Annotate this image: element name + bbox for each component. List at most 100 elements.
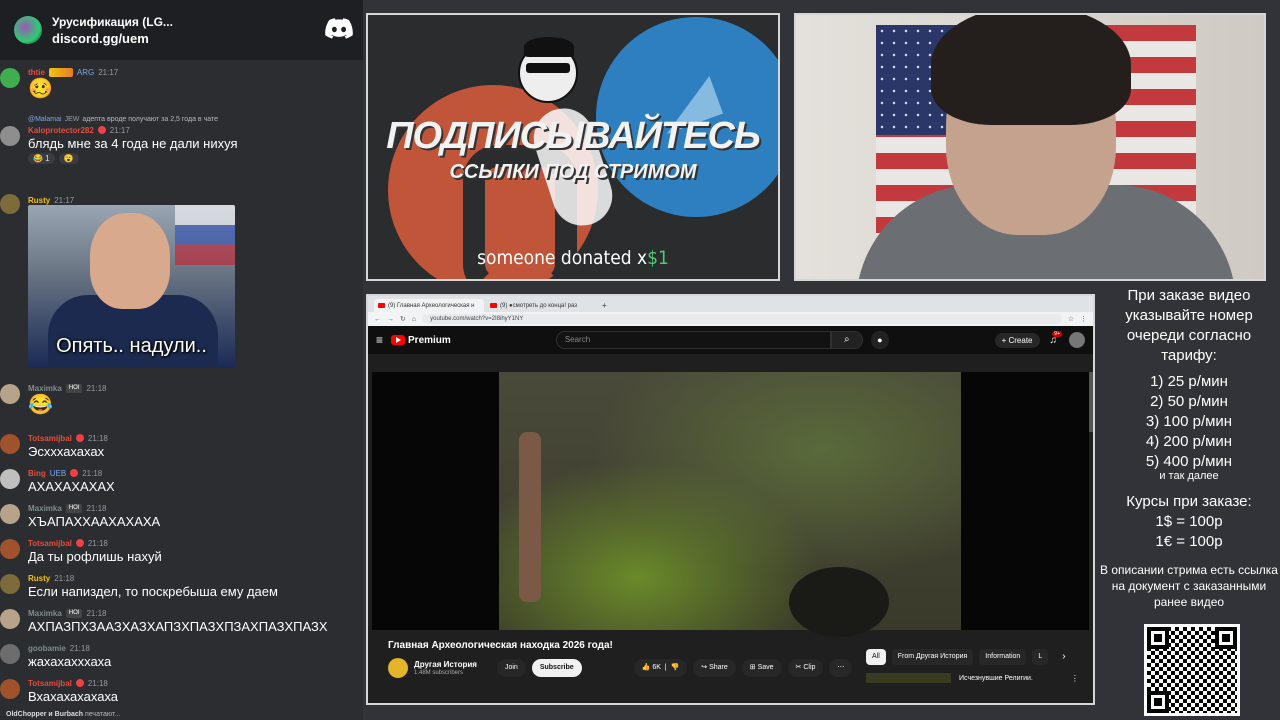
timestamp: 21:18 bbox=[86, 383, 107, 393]
like-button[interactable]: 👍 6K | 👎 bbox=[633, 659, 688, 677]
timestamp: 21:17 bbox=[98, 67, 119, 77]
reaction-button[interactable]: 😂 1 bbox=[28, 153, 55, 164]
clip-button[interactable]: ✂ Clip bbox=[787, 659, 824, 677]
message-text: Если напиздел, то поскребыша ему даем bbox=[28, 584, 278, 599]
status-badge bbox=[75, 539, 84, 547]
message-text: жахахахххаха bbox=[28, 654, 112, 669]
bookmark-icon[interactable]: ☆ bbox=[1068, 315, 1074, 323]
search-input[interactable]: Search bbox=[555, 331, 831, 349]
recommended-thumbnail[interactable] bbox=[866, 673, 951, 683]
chip-truncated[interactable]: L bbox=[1032, 649, 1049, 665]
username[interactable]: Maximka bbox=[28, 384, 62, 393]
join-button[interactable]: Join bbox=[496, 659, 526, 677]
dislike-icon[interactable]: 👎 bbox=[671, 664, 680, 671]
recommended-title[interactable]: Исчезнувшие Религии. bbox=[959, 675, 1033, 682]
avatar bbox=[0, 644, 20, 664]
subscriber-count: 1.48M subscribers bbox=[414, 670, 464, 676]
back-icon[interactable]: ← bbox=[374, 316, 381, 323]
username[interactable]: goobamie bbox=[28, 644, 66, 653]
chat-message: @Malamai JEW адепта вроде получают за 2,… bbox=[0, 114, 363, 164]
youtube-play-icon bbox=[391, 335, 406, 345]
chat-message: Totsamijbal 21:18 Вхахахахахаха bbox=[0, 677, 363, 704]
username[interactable]: Rusty bbox=[28, 196, 50, 205]
message-text: Эсхххахахах bbox=[28, 444, 105, 459]
typing-indicator: OldChopper и Burbach печатают... bbox=[6, 711, 121, 718]
reload-icon[interactable]: ↻ bbox=[400, 315, 406, 323]
menu-icon[interactable]: ⋮ bbox=[1080, 315, 1087, 323]
discord-logo-icon bbox=[325, 18, 353, 39]
share-button[interactable]: ↪ Share bbox=[693, 659, 736, 677]
microphone-icon[interactable]: ● bbox=[870, 331, 889, 349]
save-button[interactable]: ⊞ Save bbox=[741, 659, 782, 677]
new-tab-icon[interactable]: + bbox=[598, 299, 611, 312]
timestamp: 21:17 bbox=[109, 125, 130, 135]
youtube-favicon-icon bbox=[490, 303, 497, 308]
tariff-item: 5) 400 р/мин bbox=[1145, 453, 1233, 470]
discord-chat-overlay: Урусификация (LG... discord.gg/uem thtie… bbox=[0, 0, 363, 720]
reaction-button[interactable]: 😮 bbox=[58, 153, 79, 164]
server-name: Урусификация (LG... bbox=[52, 14, 173, 29]
avatar bbox=[0, 609, 20, 629]
and-so-on: и так далее bbox=[1159, 470, 1219, 482]
youtube-logo[interactable]: Premium bbox=[391, 335, 451, 346]
chip-from-channel[interactable]: From Другая История bbox=[891, 649, 974, 665]
address-bar-row: ← → ↻ ⌂ youtube.com/watch?v=2I8ihyY1NY ☆… bbox=[368, 312, 1093, 326]
chat-message: Totsamijbal 21:18 Да ты рофлишь нахуй bbox=[0, 537, 363, 564]
avatar bbox=[0, 194, 20, 214]
forward-icon[interactable]: → bbox=[387, 316, 394, 323]
video-player[interactable] bbox=[372, 372, 1089, 637]
url-input[interactable]: youtube.com/watch?v=2I8ihyY1NY bbox=[422, 314, 1062, 324]
channel-avatar[interactable] bbox=[388, 658, 408, 678]
subscribe-button[interactable]: Subscribe bbox=[531, 659, 582, 677]
more-actions-icon[interactable]: ⋯ bbox=[829, 659, 853, 677]
recommendation-chips: All From Другая История Information L › bbox=[866, 649, 1066, 665]
timestamp: 21:18 bbox=[82, 468, 103, 478]
chip-all[interactable]: All bbox=[866, 649, 886, 665]
channel-name[interactable]: Другая История bbox=[414, 660, 477, 669]
reply-preview[interactable]: @Malamai JEW адепта вроде получают за 2,… bbox=[28, 114, 363, 124]
timestamp: 21:18 bbox=[86, 503, 107, 513]
create-button[interactable]: + Create bbox=[994, 332, 1040, 348]
video-actions-row: Другая История 1.48M subscribers Join Su… bbox=[388, 658, 858, 678]
username[interactable]: Totsamijbal bbox=[28, 539, 72, 548]
browser-tab-active[interactable]: (9) Главная Археологическая н bbox=[374, 299, 484, 312]
chat-message: thtie ARG 21:17 🥴 bbox=[0, 66, 363, 100]
browser-tab[interactable]: (9) ●смотреть до конца! раз bbox=[486, 299, 596, 312]
meme-image[interactable]: Опять.. надули.. bbox=[28, 205, 235, 368]
account-avatar[interactable] bbox=[1069, 332, 1085, 348]
avatar bbox=[0, 434, 20, 454]
avatar bbox=[0, 504, 20, 524]
search-icon[interactable]: ⌕ bbox=[830, 331, 863, 349]
scrollbar[interactable] bbox=[1089, 372, 1093, 432]
tag-badge: HOI bbox=[65, 608, 83, 618]
more-options-icon[interactable]: ⋮ bbox=[1071, 674, 1079, 683]
recommended-video[interactable]: Исчезнувшие Религии. ⋮ bbox=[866, 673, 1079, 683]
notifications-bell-icon[interactable]: ♫ 9+ bbox=[1050, 330, 1062, 346]
discord-header: Урусификация (LG... discord.gg/uem bbox=[0, 0, 363, 60]
donation-alert: someone donated x$1 bbox=[477, 247, 669, 269]
username[interactable]: Totsamijbal bbox=[28, 679, 72, 688]
username[interactable]: Rusty bbox=[28, 574, 50, 583]
username[interactable]: Maximka bbox=[28, 609, 62, 618]
tariff-list: 1) 25 р/мин 2) 50 р/мин 3) 100 р/мин 4) … bbox=[1100, 372, 1278, 472]
message-text: АХАХАХАХАХ bbox=[28, 479, 115, 494]
hamburger-icon[interactable]: ≡ bbox=[376, 333, 383, 347]
username[interactable]: Bing bbox=[28, 469, 46, 478]
username[interactable]: Maximka bbox=[28, 504, 62, 513]
server-invite[interactable]: discord.gg/uem bbox=[52, 31, 173, 46]
username[interactable]: Kaloprotector282 bbox=[28, 126, 94, 135]
chat-message: Maximka HOI 21:18 АХПАЗПХЗААЗХАЗХАПЗХПАЗ… bbox=[0, 607, 363, 634]
status-badge bbox=[75, 434, 84, 442]
avatar bbox=[0, 679, 20, 699]
home-icon[interactable]: ⌂ bbox=[412, 316, 416, 323]
chevron-right-icon[interactable]: › bbox=[1062, 649, 1065, 665]
tag-badge: ARG bbox=[76, 67, 95, 77]
username[interactable]: thtie bbox=[28, 68, 45, 77]
reactions: 😂 1 😮 bbox=[28, 153, 363, 164]
chip-information[interactable]: Information bbox=[979, 649, 1027, 665]
server-icon bbox=[14, 16, 42, 44]
message-text: блядь мне за 4 года не дали нихуя bbox=[28, 136, 238, 151]
donation-amount: $1 bbox=[647, 247, 669, 269]
message-emoji: 🥴 bbox=[28, 78, 53, 100]
username[interactable]: Totsamijbal bbox=[28, 434, 72, 443]
